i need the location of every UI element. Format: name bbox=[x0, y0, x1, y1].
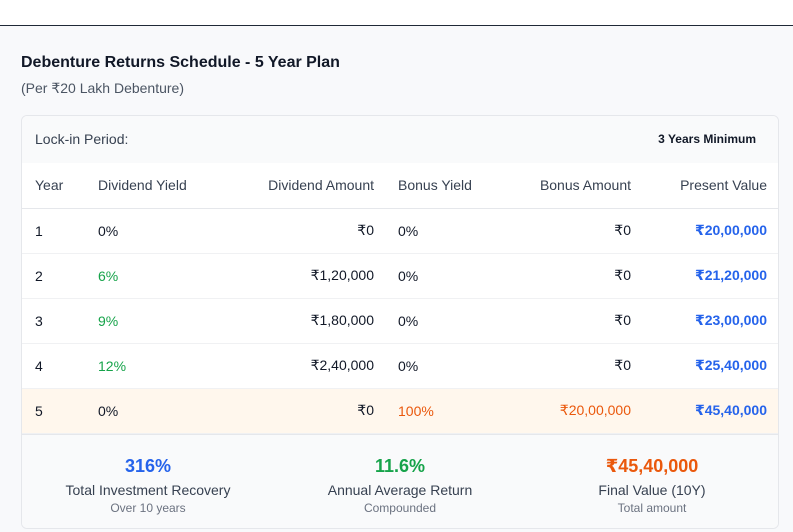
stat-sublabel: Total amount bbox=[617, 501, 687, 515]
cell-year: 2 bbox=[22, 253, 98, 299]
lock-in-row: Lock-in Period: 3 Years Minimum bbox=[22, 116, 778, 164]
cell-year: 3 bbox=[22, 298, 98, 344]
stat-final-value: ₹45,40,000 Final Value (10Y) Total amoun… bbox=[526, 435, 778, 528]
cell-bonus-yield: 0% bbox=[374, 208, 474, 254]
cell-bonus-yield: 0% bbox=[374, 343, 474, 389]
column-header-bonus-amount: Bonus Amount bbox=[474, 163, 631, 209]
cell-dividend-yield: 6% bbox=[98, 253, 232, 299]
lock-in-value: 3 Years Minimum bbox=[658, 132, 756, 146]
stat-value: ₹45,40,000 bbox=[605, 456, 699, 476]
cell-bonus-amount: ₹0 bbox=[474, 208, 631, 254]
column-header-present-value: Present Value bbox=[631, 163, 778, 209]
table-row: 4 12% ₹2,40,000 0% ₹0 ₹25,40,000 bbox=[22, 343, 778, 389]
stat-label: Total Investment Recovery bbox=[65, 482, 231, 498]
cell-dividend-yield: 0% bbox=[98, 208, 232, 254]
column-header-bonus-yield: Bonus Yield bbox=[374, 163, 474, 209]
cell-present-value: ₹23,00,000 bbox=[631, 298, 778, 344]
stat-label: Final Value (10Y) bbox=[598, 482, 706, 498]
cell-bonus-yield: 0% bbox=[374, 298, 474, 344]
cell-dividend-amount: ₹1,20,000 bbox=[232, 253, 374, 299]
cell-dividend-yield: 12% bbox=[98, 343, 232, 389]
cell-dividend-amount: ₹2,40,000 bbox=[232, 343, 374, 389]
stat-value: 11.6% bbox=[374, 456, 426, 476]
page-subtitle: (Per ₹20 Lakh Debenture) bbox=[21, 80, 184, 96]
cell-year: 5 bbox=[22, 388, 98, 434]
stat-sublabel: Compounded bbox=[363, 501, 437, 515]
table-row: 3 9% ₹1,80,000 0% ₹0 ₹23,00,000 bbox=[22, 298, 778, 344]
cell-bonus-yield: 100% bbox=[374, 388, 474, 434]
cell-bonus-amount: ₹20,00,000 bbox=[474, 388, 631, 434]
cell-dividend-yield: 9% bbox=[98, 298, 232, 344]
cell-bonus-yield: 0% bbox=[374, 253, 474, 299]
column-header-dividend-yield: Dividend Yield bbox=[98, 163, 232, 209]
stat-sublabel: Over 10 years bbox=[110, 501, 186, 515]
cell-present-value: ₹25,40,000 bbox=[631, 343, 778, 389]
table-row: 1 0% ₹0 0% ₹0 ₹20,00,000 bbox=[22, 208, 778, 254]
stat-label: Annual Average Return bbox=[327, 482, 473, 498]
cell-year: 4 bbox=[22, 343, 98, 389]
lock-in-label: Lock-in Period: bbox=[35, 131, 129, 147]
column-header-year: Year bbox=[22, 163, 98, 209]
cell-bonus-amount: ₹0 bbox=[474, 343, 631, 389]
cell-present-value: ₹21,20,000 bbox=[631, 253, 778, 299]
page-title: Debenture Returns Schedule - 5 Year Plan bbox=[21, 54, 340, 71]
table-header-row: Year Dividend Yield Dividend Amount Bonu… bbox=[22, 163, 778, 209]
cell-dividend-yield: 0% bbox=[98, 388, 232, 434]
cell-present-value: ₹45,40,000 bbox=[631, 388, 778, 434]
returns-table: Year Dividend Yield Dividend Amount Bonu… bbox=[22, 163, 778, 434]
table-row-highlighted: 5 0% ₹0 100% ₹20,00,000 ₹45,40,000 bbox=[22, 388, 778, 434]
stat-value: 316% bbox=[124, 456, 172, 476]
schedule-card: Lock-in Period: 3 Years Minimum Year Div… bbox=[21, 115, 779, 529]
cell-dividend-amount: ₹0 bbox=[232, 208, 374, 254]
cell-bonus-amount: ₹0 bbox=[474, 253, 631, 299]
cell-present-value: ₹20,00,000 bbox=[631, 208, 778, 254]
table-row: 2 6% ₹1,20,000 0% ₹0 ₹21,20,000 bbox=[22, 253, 778, 299]
stat-annual-return: 11.6% Annual Average Return Compounded bbox=[274, 435, 526, 528]
column-header-dividend-amount: Dividend Amount bbox=[232, 163, 374, 209]
summary-stats: 316% Total Investment Recovery Over 10 y… bbox=[22, 434, 778, 528]
stat-total-recovery: 316% Total Investment Recovery Over 10 y… bbox=[22, 435, 274, 528]
cell-year: 1 bbox=[22, 208, 98, 254]
cell-dividend-amount: ₹1,80,000 bbox=[232, 298, 374, 344]
cell-dividend-amount: ₹0 bbox=[232, 388, 374, 434]
cell-bonus-amount: ₹0 bbox=[474, 298, 631, 344]
